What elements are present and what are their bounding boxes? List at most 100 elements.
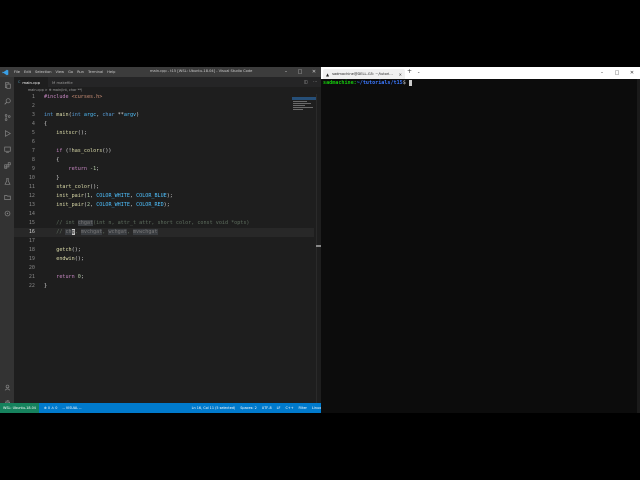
source-control-icon[interactable] — [3, 113, 11, 121]
code-line[interactable]: 11 start_color(); — [14, 183, 314, 192]
terminal-output[interactable]: sadmachine:~/tutorials/t15$ — [321, 79, 640, 413]
close-button[interactable]: ✕ — [307, 67, 321, 77]
code-line[interactable]: 15 // int chgat(int n, attr_t attr, shor… — [14, 219, 314, 228]
run-debug-icon[interactable] — [3, 129, 11, 137]
code-line[interactable]: 6 — [14, 138, 314, 147]
indentation-indicator[interactable]: Spaces: 2 — [240, 406, 256, 410]
split-editor-icon[interactable]: ◫ — [304, 79, 308, 84]
code-token: ); — [166, 193, 173, 199]
code-editor[interactable]: 1 #include <curses.h> 2 3 int main(int argc,… — [14, 93, 321, 403]
explorer-icon[interactable] — [3, 81, 11, 89]
testing-icon[interactable] — [3, 177, 11, 185]
code-line[interactable]: 4{ — [14, 120, 314, 129]
code-line[interactable]: 5 initscr(); — [14, 129, 314, 138]
code-token: ()) — [102, 148, 112, 154]
new-tab-button[interactable]: + — [407, 68, 412, 75]
vim-mode-indicator: -- VISUAL -- — [62, 406, 82, 410]
minimap[interactable] — [292, 97, 316, 111]
code-line[interactable]: 21 return 0; — [14, 273, 314, 282]
menu-item-go[interactable]: Go — [68, 70, 73, 74]
problems-indicator[interactable]: ⊗ 0 ⚠ 0 — [44, 406, 57, 410]
vscode-titlebar: File Edit Selection View Go Run Terminal Help m… — [0, 67, 321, 77]
menu-item-view[interactable]: View — [56, 70, 65, 74]
code-token: initscr — [56, 130, 78, 136]
code-token: return — [56, 274, 78, 280]
line-number: 10 — [28, 175, 35, 181]
code-text: init_pair(1, COLOR_WHITE, COLOR_BLUE); — [44, 192, 173, 201]
code-text: return -1; — [44, 165, 100, 174]
menu-item-file[interactable]: File — [14, 70, 20, 74]
linux-penguin-icon: ▲ — [326, 71, 330, 77]
search-icon[interactable] — [3, 97, 11, 105]
code-token: mvwchgat — [132, 229, 158, 235]
tab-main-cpp[interactable]: C main.cpp — [14, 77, 48, 87]
eol-indicator[interactable]: LF — [277, 406, 281, 410]
code-line[interactable]: 19 endwin(); — [14, 255, 314, 264]
code-line[interactable]: 2 — [14, 102, 314, 111]
folder-icon[interactable] — [3, 193, 11, 201]
code-line[interactable]: 7 if (!has_colors()) — [14, 147, 314, 156]
line-number: 8 — [31, 157, 35, 163]
tab-label: M makefile — [52, 79, 73, 85]
code-line[interactable]: 14 — [14, 210, 314, 219]
code-token: #include — [44, 94, 72, 100]
code-line[interactable]: 13 init_pair(2, COLOR_WHITE, COLOR_RED); — [14, 201, 314, 210]
terminal-close-button[interactable]: ✕ — [625, 67, 639, 79]
code-text: // int chgat(int n, attr_t attr, short c… — [44, 219, 249, 228]
more-actions-icon[interactable]: ⋯ — [313, 79, 317, 84]
terminal-minimize-button[interactable]: – — [595, 67, 609, 79]
line-number: 20 — [28, 265, 35, 271]
vscode-window: File Edit Selection View Go Run Terminal Help m… — [0, 67, 321, 413]
remote-explorer-icon[interactable] — [3, 145, 11, 153]
prompt-user: sadmachine: — [323, 80, 357, 86]
extensions-icon[interactable] — [3, 161, 11, 169]
minimize-button[interactable]: – — [279, 67, 293, 77]
encoding-indicator[interactable]: UTF-8 — [262, 406, 272, 410]
tab-label: main.cpp — [22, 79, 40, 85]
tab-dropdown-icon[interactable]: ⌄ — [417, 69, 420, 74]
terminal-maximize-button[interactable]: □ — [610, 67, 624, 79]
terminal-tab[interactable]: ▲ sadmachine@DELL-G5: ~/tutori… ✕ — [323, 69, 405, 79]
code-line[interactable]: 17 — [14, 237, 314, 246]
code-line[interactable]: 12 init_pair(1, COLOR_WHITE, COLOR_BLUE)… — [14, 192, 314, 201]
line-number: 7 — [31, 148, 35, 154]
line-number: 14 — [28, 211, 35, 217]
code-line[interactable]: 1 #include <curses.h> — [14, 93, 314, 102]
line-number: 15 — [28, 220, 35, 226]
code-line[interactable]: 22} — [14, 282, 314, 291]
cursor-position[interactable]: Ln 16, Col 11 (5 selected) — [192, 406, 236, 410]
menu-item-edit[interactable]: Edit — [24, 70, 31, 74]
code-line[interactable]: 10 } — [14, 174, 314, 183]
menu-item-terminal[interactable]: Terminal — [88, 70, 103, 74]
code-token: COLOR_BLUE — [136, 193, 167, 199]
close-tab-icon[interactable]: ✕ — [399, 72, 402, 77]
line-number: 21 — [28, 274, 35, 280]
line-number: 9 — [31, 166, 35, 172]
language-indicator[interactable]: C++ — [285, 406, 293, 410]
code-line[interactable]: 9 return -1; — [14, 165, 314, 174]
menu-item-help[interactable]: Help — [107, 70, 115, 74]
code-token: ; — [96, 166, 100, 172]
editor-actions: ◫ ⋯ — [304, 79, 317, 84]
code-line[interactable]: 8 { — [14, 156, 314, 165]
code-line[interactable]: 16 // chg, mvchgat, wchgat, mvwchgat — [14, 228, 314, 237]
code-token: (); — [77, 130, 87, 136]
line-number: 6 — [31, 139, 35, 145]
docker-icon[interactable] — [3, 209, 11, 217]
code-token: mvchgat — [80, 229, 103, 235]
code-token: endwin — [56, 256, 75, 262]
tab-makefile[interactable]: M makefile — [48, 77, 82, 87]
code-token: main — [56, 112, 69, 118]
code-line[interactable]: 3 int main(int argc, char **argv) — [14, 111, 314, 120]
remote-indicator[interactable]: WSL: Ubuntu-18.04 — [0, 403, 39, 413]
filter-indicator[interactable]: Filter — [299, 406, 307, 410]
code-line[interactable]: 20 — [14, 264, 314, 273]
maximize-button[interactable]: □ — [293, 67, 307, 77]
line-number: 2 — [31, 103, 35, 109]
account-icon[interactable] — [3, 383, 11, 391]
menu-item-run[interactable]: Run — [77, 70, 84, 74]
os-indicator[interactable]: Linux — [312, 406, 321, 410]
code-line[interactable]: 18 getch(); — [14, 246, 314, 255]
menu-item-selection[interactable]: Selection — [35, 70, 52, 74]
